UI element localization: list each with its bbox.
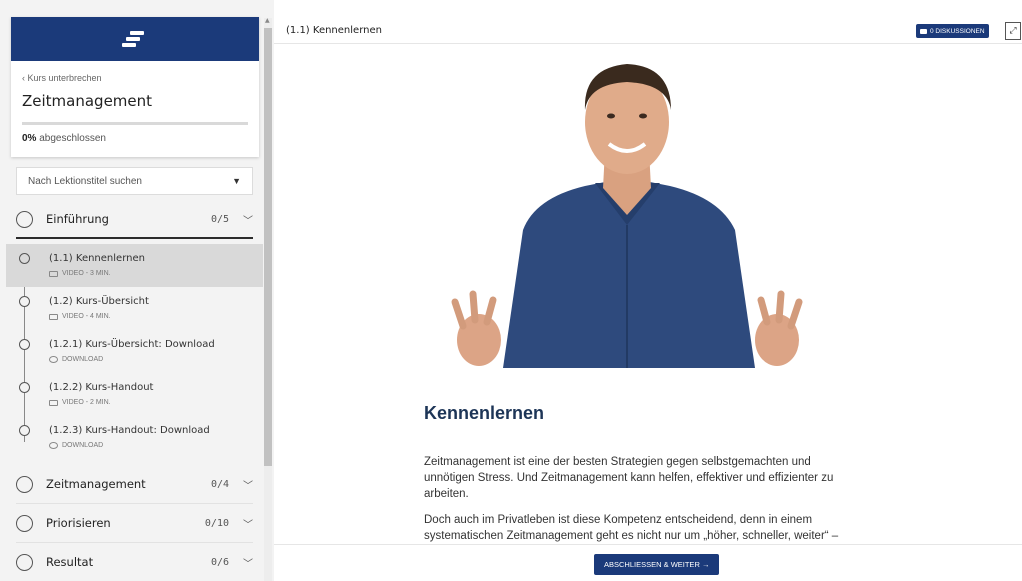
chapter-count: 0/5 <box>210 213 229 225</box>
lesson-item-1-2[interactable]: (1.2) Kurs-Übersicht VIDEO - 4 MIN. <box>6 287 263 330</box>
sidebar-scroll-thumb[interactable] <box>264 28 272 466</box>
lesson-title: (1.2.2) Kurs-Handout <box>49 382 154 393</box>
chapter-title: Resultat <box>46 555 94 569</box>
download-icon <box>49 442 58 449</box>
lesson-topbar: (1.1) Kennenlernen 0 DISKUSSIONEN ⤢ <box>274 18 1022 44</box>
chapter-count: 0/6 <box>210 556 229 568</box>
chevron-down-icon: ﹀ <box>243 480 253 492</box>
lesson-title: (1.1) Kennenlernen <box>49 253 145 264</box>
chapter-einfuehrung[interactable]: Einführung 0/5 ﹀ <box>16 201 253 237</box>
chapter-divider <box>16 542 253 543</box>
course-title: Zeitmanagement <box>22 92 153 110</box>
scroll-up-icon[interactable]: ▲ <box>265 17 270 24</box>
chapter-title: Einführung <box>46 212 109 226</box>
video-icon <box>49 270 58 277</box>
lesson-status-icon <box>19 253 30 264</box>
lesson-title: (1.2.1) Kurs-Übersicht: Download <box>49 339 215 350</box>
discussions-button[interactable]: 0 DISKUSSIONEN <box>916 24 989 38</box>
lesson-status-icon <box>19 425 30 436</box>
chapter-status-icon <box>16 553 33 571</box>
video-icon <box>49 313 58 320</box>
content-paragraph: Doch auch im Privatleben ist diese Kompe… <box>424 514 839 542</box>
chapter-title: Priorisieren <box>46 516 111 530</box>
lesson-title: (1.2.3) Kurs-Handout: Download <box>49 425 210 436</box>
chapter-status-icon <box>16 210 33 228</box>
lesson-meta: DOWNLOAD <box>49 356 103 363</box>
lesson-meta-text: DOWNLOAD <box>62 442 104 449</box>
download-icon <box>49 356 58 363</box>
progress-percent: 0% <box>22 133 37 144</box>
lesson-heading: (1.1) Kennenlernen <box>286 25 382 36</box>
chevron-down-icon: ﹀ <box>243 558 253 570</box>
lesson-meta: VIDEO - 3 MIN. <box>49 270 111 277</box>
lesson-content: (1.1) Kennenlernen 0 DISKUSSIONEN ⤢ Kenn… <box>274 18 1022 581</box>
lesson-meta-text: VIDEO - 3 MIN. <box>62 270 111 277</box>
video-icon <box>49 399 58 406</box>
chapter-priorisieren[interactable]: Priorisieren 0/10 ﹀ <box>16 505 253 541</box>
chapter-count: 0/10 <box>204 517 229 529</box>
chapter-count: 0/4 <box>210 478 229 490</box>
logo-icon[interactable] <box>122 29 148 49</box>
search-placeholder: Nach Lektionstitel suchen <box>28 175 142 187</box>
chapter-status-icon <box>16 475 33 493</box>
lesson-item-1-2-1[interactable]: (1.2.1) Kurs-Übersicht: Download DOWNLOA… <box>6 330 263 373</box>
content-paragraph: Zeitmanagement ist eine der besten Strat… <box>424 456 834 500</box>
pause-course-link[interactable]: ‹ Kurs unterbrechen <box>22 73 102 83</box>
lesson-item-1-2-2[interactable]: (1.2.2) Kurs-Handout VIDEO - 2 MIN. <box>6 373 263 416</box>
lesson-item-1-2-3[interactable]: (1.2.3) Kurs-Handout: Download DOWNLOAD <box>6 416 263 459</box>
chapter-status-icon <box>16 514 33 532</box>
lesson-status-icon <box>19 296 30 307</box>
content-title: Kennenlernen <box>424 403 545 423</box>
complete-and-continue-button[interactable]: ABSCHLIESSEN & WEITER → <box>594 554 720 575</box>
chapter-resultat[interactable]: Resultat 0/6 ﹀ <box>16 544 253 580</box>
lesson-meta-text: DOWNLOAD <box>62 356 104 363</box>
chapter-divider <box>16 503 253 504</box>
lesson-meta-text: VIDEO - 2 MIN. <box>62 399 111 406</box>
lesson-item-1-1[interactable]: (1.1) Kennenlernen VIDEO - 3 MIN. <box>6 244 263 287</box>
lesson-meta: VIDEO - 4 MIN. <box>49 313 111 320</box>
lesson-meta-text: VIDEO - 4 MIN. <box>62 313 111 320</box>
comment-icon <box>920 28 927 34</box>
progress-suffix: abgeschlossen <box>39 133 106 144</box>
chevron-down-icon: ﹀ <box>243 519 253 531</box>
caret-down-icon: ▼ <box>232 176 241 186</box>
chapter-divider <box>16 237 253 239</box>
expand-icon[interactable]: ⤢ <box>1005 22 1021 40</box>
lesson-title: (1.2) Kurs-Übersicht <box>49 296 149 307</box>
brand-header <box>11 17 259 61</box>
lesson-meta: DOWNLOAD <box>49 442 103 449</box>
lesson-status-icon <box>19 382 30 393</box>
course-card: ‹ Kurs unterbrechen Zeitmanagement 0% ab… <box>11 17 259 157</box>
chevron-down-icon: ﹀ <box>243 215 253 227</box>
chapter-zeitmanagement[interactable]: Zeitmanagement 0/4 ﹀ <box>16 466 253 502</box>
lesson-footer: ABSCHLIESSEN & WEITER → <box>274 544 1022 581</box>
course-sidebar: ‹ Kurs unterbrechen Zeitmanagement 0% ab… <box>0 0 274 581</box>
discussions-label: 0 DISKUSSIONEN <box>930 27 985 35</box>
lesson-search-dropdown[interactable]: Nach Lektionstitel suchen ▼ <box>16 167 253 195</box>
lesson-video[interactable] <box>445 50 810 368</box>
lesson-status-icon <box>19 339 30 350</box>
progress-text: 0% abgeschlossen <box>22 133 106 144</box>
chapter-title: Zeitmanagement <box>46 477 146 491</box>
lesson-meta: VIDEO - 2 MIN. <box>49 399 111 406</box>
progress-bar <box>22 122 248 125</box>
presenter-image <box>451 64 803 368</box>
